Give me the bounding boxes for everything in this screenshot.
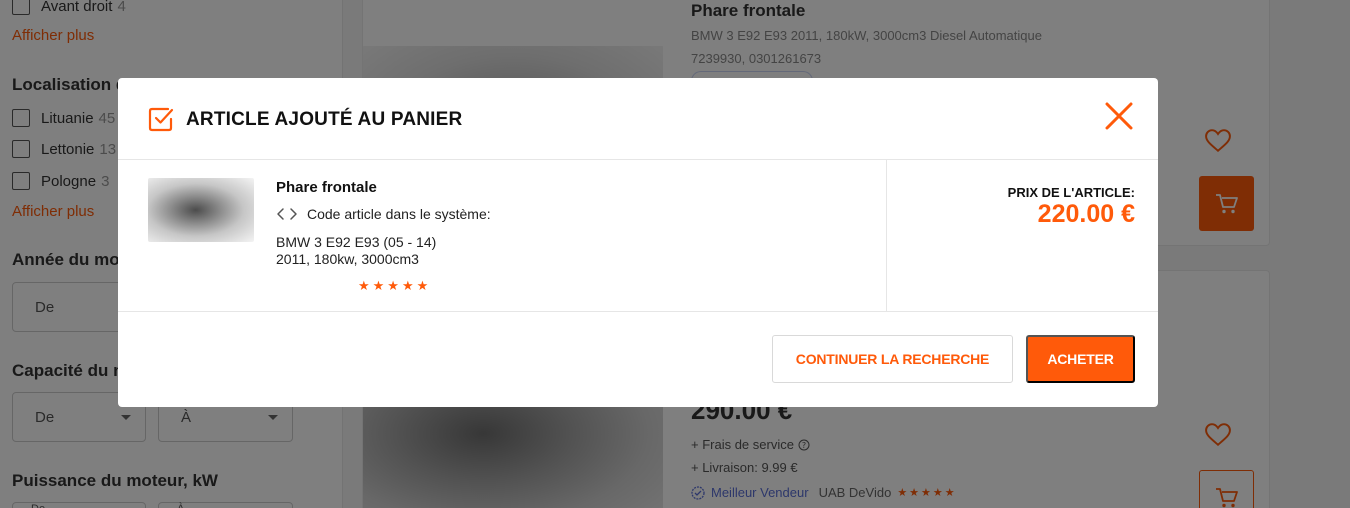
modal-product-summary: Phare frontale Code article dans le syst…: [118, 160, 1158, 312]
rating-stars: ★★★★★: [358, 278, 432, 293]
product-thumbnail: [148, 178, 254, 242]
car-model: BMW 3 E92 E93 (05 - 14): [276, 234, 437, 250]
divider: [886, 160, 887, 312]
continue-search-button[interactable]: CONTINUER LA RECHERCHE: [772, 335, 1013, 383]
car-specs: 2011, 180kw, 3000cm3: [276, 251, 419, 267]
checkbox-checked-icon: [148, 107, 174, 132]
item-price: 220.00 €: [1037, 200, 1135, 228]
product-code: Code article dans le système:: [276, 206, 491, 222]
price-label: PRIX DE L'ARTICLE:: [1007, 185, 1135, 200]
product-name: Phare frontale: [276, 179, 377, 196]
modal-title: ARTICLE AJOUTÉ AU PANIER: [186, 109, 463, 130]
close-icon[interactable]: [1103, 100, 1135, 132]
buy-button[interactable]: ACHETER: [1026, 335, 1135, 383]
code-brackets-icon: [277, 208, 297, 220]
modal-header: ARTICLE AJOUTÉ AU PANIER: [118, 78, 1158, 160]
added-to-cart-modal: ARTICLE AJOUTÉ AU PANIER Phare frontale …: [118, 78, 1158, 407]
